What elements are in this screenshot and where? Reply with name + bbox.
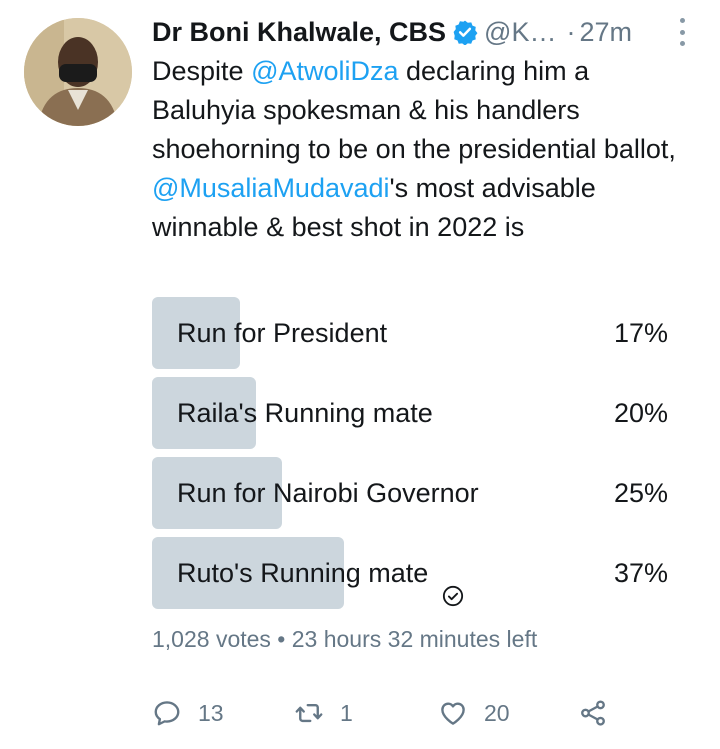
poll-option-label: Raila's Running mate: [177, 398, 433, 428]
check-circle-icon: [442, 562, 464, 607]
like-count: 20: [484, 699, 510, 726]
tweet-text-segment: Despite: [152, 56, 252, 86]
mention-musaliamudavadi[interactable]: @MusaliaMudavadi: [152, 173, 390, 203]
reply-count: 13: [198, 699, 224, 726]
poll-option: Ruto's Running mate 37%: [152, 537, 672, 609]
time-separator: ·: [566, 16, 576, 47]
poll-option: Run for Nairobi Governor 25%: [152, 457, 672, 529]
avatar-image: [24, 18, 132, 126]
poll-option-percentage: 25%: [613, 478, 668, 508]
more-options-icon[interactable]: [680, 18, 686, 46]
poll-footer: 1,028 votes • 23 hours 32 minutes left: [152, 626, 538, 652]
tweet-text: Despite @AtwoliDza declaring him a Baluh…: [152, 52, 697, 247]
reply-button[interactable]: 13: [152, 692, 224, 734]
poll-option: Run for President 17%: [152, 297, 672, 369]
poll-option-percentage: 20%: [613, 398, 668, 428]
poll-option: Raila's Running mate 20%: [152, 377, 672, 449]
timestamp[interactable]: 27m: [579, 17, 632, 48]
poll-option-label: Ruto's Running mate: [177, 558, 429, 588]
mention-atwolidza[interactable]: @AtwoliDza: [251, 56, 398, 86]
author-handle[interactable]: @K…: [484, 17, 556, 48]
retweet-count: 1: [340, 699, 353, 726]
tweet-header: Dr Boni Khalwale, CBS @K… · 27m: [152, 12, 700, 52]
poll-option-percentage: 17%: [613, 318, 668, 348]
share-icon: [581, 700, 605, 726]
retweet-icon: [295, 703, 323, 723]
retweet-button[interactable]: 1: [294, 692, 353, 734]
poll: Run for President 17% Raila's Running ma…: [152, 297, 672, 617]
like-icon: [441, 702, 465, 725]
verified-badge-icon: [452, 19, 478, 46]
tweet-actions: 13 1 20: [152, 692, 632, 734]
author-name[interactable]: Dr Boni Khalwale, CBS: [152, 17, 446, 48]
reply-icon: [154, 701, 180, 726]
avatar[interactable]: [24, 18, 132, 126]
like-button[interactable]: 20: [438, 692, 510, 734]
poll-option-label: Run for President: [177, 318, 388, 348]
share-button[interactable]: [578, 692, 624, 734]
poll-option-percentage: 37%: [613, 558, 668, 588]
poll-option-label: Run for Nairobi Governor: [177, 478, 479, 508]
